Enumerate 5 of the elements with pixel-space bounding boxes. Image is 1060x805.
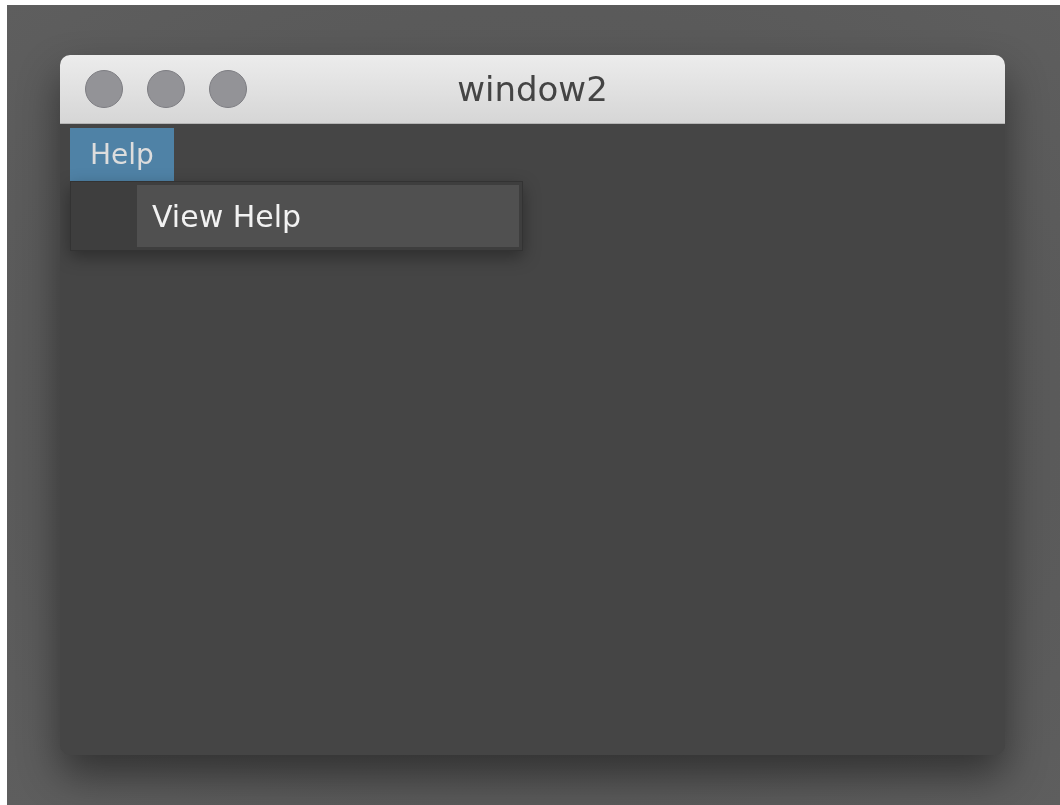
zoom-button[interactable] bbox=[209, 70, 247, 108]
window-title: window2 bbox=[457, 69, 608, 109]
close-button[interactable] bbox=[85, 70, 123, 108]
minimize-button[interactable] bbox=[147, 70, 185, 108]
menu-entry[interactable]: View Help bbox=[137, 185, 519, 247]
